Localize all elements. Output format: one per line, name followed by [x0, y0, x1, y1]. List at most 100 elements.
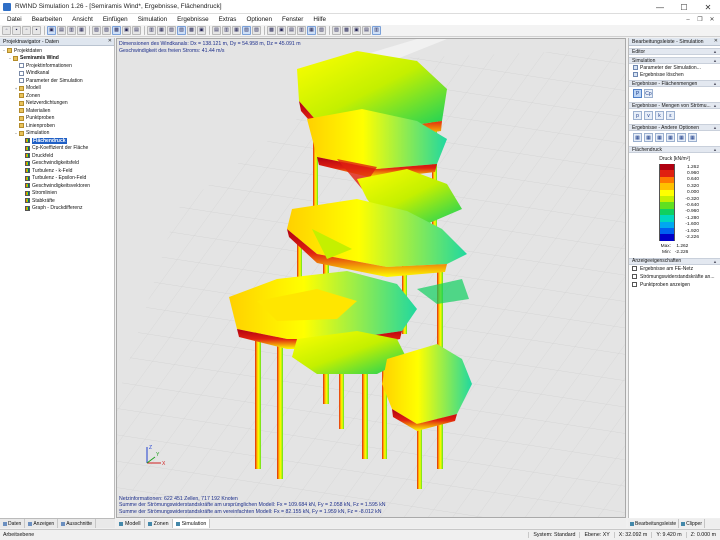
- tree-item[interactable]: Turbulenz - Epsilon-Feld: [1, 175, 114, 183]
- toolbar-button[interactable]: ▤: [212, 26, 221, 35]
- navigator-tab-1[interactable]: Anzeigen: [25, 519, 59, 528]
- panel-close-icon[interactable]: ✕: [108, 38, 112, 44]
- section-editor[interactable]: Editor ▲: [629, 48, 720, 55]
- status-plane[interactable]: Ebene: XY: [579, 532, 613, 538]
- mdi-minimize-button[interactable]: –: [682, 14, 694, 25]
- checkbox[interactable]: [632, 266, 637, 272]
- simulation-action-0[interactable]: Parameter der Simulation...: [629, 64, 720, 71]
- menu-item-3[interactable]: Einfügen: [98, 16, 133, 23]
- toolbar-button[interactable]: ▩: [342, 26, 351, 35]
- menu-item-2[interactable]: Ansicht: [67, 16, 98, 23]
- toolbar-button[interactable]: ▣: [122, 26, 131, 35]
- view-tab-2[interactable]: Simulation: [172, 519, 211, 528]
- toolbar-button[interactable]: ▥: [147, 26, 156, 35]
- toolbar-button[interactable]: ▣: [277, 26, 286, 35]
- toolbar-button[interactable]: ▦: [232, 26, 241, 35]
- section-flow-results[interactable]: Ergebnisse - Mengen von Strömu... ▲: [629, 102, 720, 109]
- section-surface-pressure[interactable]: Flächendruck ▲: [629, 146, 720, 153]
- control-tab-1[interactable]: Clipper: [679, 519, 705, 528]
- toolbar-button[interactable]: ▦: [157, 26, 166, 35]
- toolbar-button[interactable]: ▦: [77, 26, 86, 35]
- surface-result-button-0[interactable]: P: [633, 89, 642, 98]
- toolbar-button[interactable]: ▨: [102, 26, 111, 35]
- panel-close-icon[interactable]: ✕: [714, 38, 718, 44]
- menu-item-9[interactable]: Hilfe: [308, 16, 331, 23]
- checkbox[interactable]: [632, 282, 637, 288]
- tree-item[interactable]: Geschwindigkeitsvektoren: [1, 182, 114, 190]
- menu-item-7[interactable]: Optionen: [241, 16, 277, 23]
- toolbar-button[interactable]: ▣: [47, 26, 56, 35]
- tree-item[interactable]: Geschwindigkeitsfeld: [1, 160, 114, 168]
- navigator-tab-2[interactable]: Ausschnitte: [58, 519, 97, 528]
- toolbar-button[interactable]: ▨: [177, 26, 186, 35]
- tree-item[interactable]: Linienproben: [1, 122, 114, 130]
- view-tab-1[interactable]: Zonen: [145, 519, 173, 528]
- option-button-2[interactable]: ▦: [655, 133, 664, 142]
- tree-item[interactable]: + Modell: [1, 85, 114, 93]
- tree-item[interactable]: Zonen: [1, 92, 114, 100]
- toolbar-button[interactable]: ▪: [12, 26, 21, 35]
- minimize-button[interactable]: —: [648, 0, 672, 14]
- flow-result-button-1[interactable]: v: [644, 111, 653, 120]
- section-simulation[interactable]: Simulation ▲: [629, 57, 720, 64]
- menu-item-6[interactable]: Extras: [214, 16, 242, 23]
- toolbar-button[interactable]: ▨: [252, 26, 261, 35]
- checkbox[interactable]: [632, 274, 637, 280]
- toolbar-button[interactable]: ▤: [132, 26, 141, 35]
- navigator-tab-0[interactable]: Daten: [0, 519, 26, 528]
- option-button-4[interactable]: ▦: [677, 133, 686, 142]
- menu-item-8[interactable]: Fenster: [277, 16, 308, 23]
- toolbar-button[interactable]: ▧: [317, 26, 326, 35]
- expander-icon[interactable]: +: [14, 86, 18, 91]
- tree-item[interactable]: − Simulation: [1, 130, 114, 138]
- tree-item[interactable]: Projektinformationen: [1, 62, 114, 70]
- section-other-options[interactable]: Ergebnisse - Andere Optionen ▲: [629, 124, 720, 131]
- status-system[interactable]: System: Standard: [528, 532, 579, 538]
- section-surface-results[interactable]: Ergebnisse - Flächenmengen ▲: [629, 80, 720, 87]
- toolbar-button[interactable]: ▩: [112, 26, 121, 35]
- tree-item[interactable]: Graph - Druckdifferenz: [1, 205, 114, 213]
- tree-item[interactable]: Punktproben: [1, 115, 114, 123]
- toolbar-button[interactable]: ▤: [287, 26, 296, 35]
- expander-icon[interactable]: −: [2, 48, 6, 53]
- tree-item[interactable]: Stabkräfte: [1, 197, 114, 205]
- tree-item[interactable]: Flächendruck: [1, 137, 114, 145]
- toolbar-button[interactable]: ▤: [57, 26, 66, 35]
- 3d-viewport[interactable]: Dimensionen des Windkanals: Dx = 138.121…: [116, 38, 626, 518]
- toolbar-button[interactable]: ▧: [242, 26, 251, 35]
- tree-item[interactable]: Stromlinien: [1, 190, 114, 198]
- toolbar-button[interactable]: ▥: [297, 26, 306, 35]
- flow-result-button-0[interactable]: p: [633, 111, 642, 120]
- menu-item-5[interactable]: Ergebnisse: [172, 16, 214, 23]
- display-option-2[interactable]: Punktproben anzeigen: [629, 281, 720, 289]
- surface-result-button-1[interactable]: Cp: [644, 89, 653, 98]
- tree-item[interactable]: Netzverdichtungen: [1, 100, 114, 108]
- flow-result-button-3[interactable]: ε: [666, 111, 675, 120]
- display-option-1[interactable]: Strömungswiderstandskräfte an...: [629, 273, 720, 281]
- tree-item[interactable]: Parameter der Simulation: [1, 77, 114, 85]
- toolbar-button[interactable]: ▣: [352, 26, 361, 35]
- expander-icon[interactable]: −: [8, 56, 12, 61]
- toolbar-button[interactable]: ▫: [22, 26, 31, 35]
- tree-item[interactable]: Druckfeld: [1, 152, 114, 160]
- toolbar-button[interactable]: ▦: [307, 26, 316, 35]
- toolbar-button[interactable]: ▥: [67, 26, 76, 35]
- menu-item-0[interactable]: Datei: [2, 16, 27, 23]
- flow-result-button-2[interactable]: k: [655, 111, 664, 120]
- toolbar-button[interactable]: ▣: [197, 26, 206, 35]
- option-button-1[interactable]: ▦: [644, 133, 653, 142]
- toolbar-button[interactable]: ▪: [32, 26, 41, 35]
- menu-item-1[interactable]: Bearbeiten: [27, 16, 67, 23]
- option-button-3[interactable]: ▦: [666, 133, 675, 142]
- toolbar-button[interactable]: ▩: [187, 26, 196, 35]
- display-option-0[interactable]: Ergebnisse am FE-Netz: [629, 265, 720, 273]
- toolbar-button[interactable]: ▧: [167, 26, 176, 35]
- toolbar-button[interactable]: ▫: [2, 26, 11, 35]
- menu-item-4[interactable]: Simulation: [133, 16, 172, 23]
- option-button-5[interactable]: ▦: [688, 133, 697, 142]
- control-tab-0[interactable]: Bearbeitungsleiste: [628, 519, 680, 528]
- tree-item[interactable]: Cp-Koeffizient der Fläche: [1, 145, 114, 153]
- close-button[interactable]: ✕: [696, 0, 720, 14]
- tree-item[interactable]: Materialien: [1, 107, 114, 115]
- toolbar-button[interactable]: ▨: [332, 26, 341, 35]
